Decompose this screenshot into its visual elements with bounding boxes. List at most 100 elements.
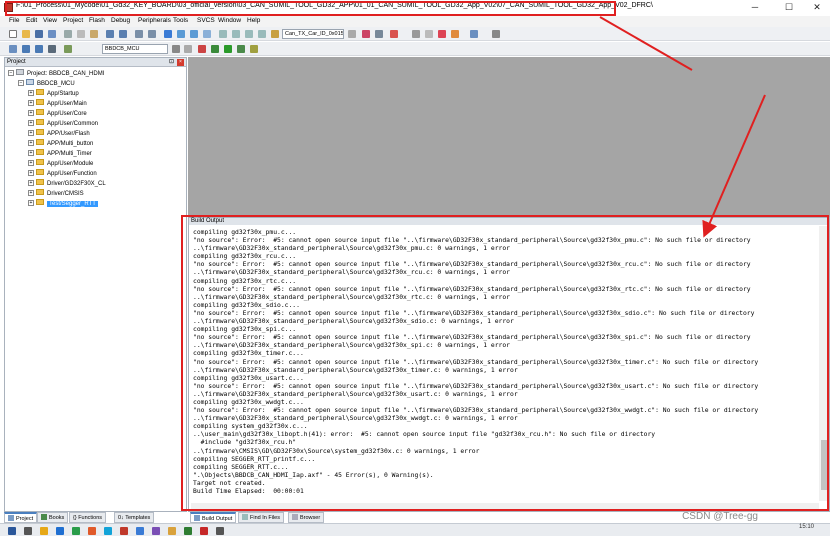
tab-functions[interactable]: {} Functions xyxy=(69,512,107,523)
redo-icon[interactable] xyxy=(119,30,127,38)
browser-icon[interactable] xyxy=(56,527,64,535)
tab-build-output[interactable]: Build Output xyxy=(190,512,237,523)
expand-icon[interactable]: + xyxy=(28,180,34,186)
cut-icon[interactable] xyxy=(64,30,72,38)
target-select[interactable]: BBDCB_MCU xyxy=(102,44,168,54)
unindent-icon[interactable] xyxy=(232,30,240,38)
rebuild-icon[interactable] xyxy=(35,45,43,53)
find-icon[interactable] xyxy=(362,30,370,38)
start-icon[interactable] xyxy=(8,527,16,535)
menu-project[interactable]: Project xyxy=(63,17,83,24)
select-packs-icon[interactable] xyxy=(211,45,219,53)
notes-icon[interactable] xyxy=(168,527,176,535)
expand-icon[interactable]: + xyxy=(28,150,34,156)
download-icon[interactable] xyxy=(64,45,72,53)
nav-forward-icon[interactable] xyxy=(148,30,156,38)
menu-svcs[interactable]: SVCS xyxy=(197,17,215,24)
minimize-button[interactable]: ─ xyxy=(744,0,766,15)
terminal-icon[interactable] xyxy=(152,527,160,535)
keil-icon[interactable] xyxy=(120,527,128,535)
save-icon[interactable] xyxy=(35,30,43,38)
expand-icon[interactable]: + xyxy=(28,140,34,146)
indent-icon[interactable] xyxy=(219,30,227,38)
tree-project-root[interactable]: − Project: BBDCB_CAN_HDMI xyxy=(8,69,104,79)
tab-books[interactable]: Books xyxy=(37,512,69,523)
tree-group-item[interactable]: + APP/Multi_Timer xyxy=(28,149,92,159)
menu-flash[interactable]: Flash xyxy=(89,17,105,24)
save-all-icon[interactable] xyxy=(48,30,56,38)
tree-group-item[interactable]: + App/User/Main xyxy=(28,99,87,109)
tree-group-item[interactable]: + App/User/Common xyxy=(28,119,98,129)
tree-group-item-selected[interactable]: + Test/Segger_RTT xyxy=(28,199,98,209)
nav-back-icon[interactable] xyxy=(135,30,143,38)
open-folder-icon[interactable] xyxy=(22,30,30,38)
expand-icon[interactable]: + xyxy=(28,90,34,96)
debug-start-icon[interactable] xyxy=(250,45,258,53)
expand-icon[interactable]: + xyxy=(28,200,34,206)
vscode-icon[interactable] xyxy=(136,527,144,535)
run-time-env-icon[interactable] xyxy=(237,45,245,53)
menu-window[interactable]: Window xyxy=(218,17,241,24)
tab-templates[interactable]: 0↓ Templates xyxy=(114,512,155,523)
expand-icon[interactable]: + xyxy=(28,110,34,116)
disable-breakpoint-icon[interactable] xyxy=(425,30,433,38)
menu-file[interactable]: File xyxy=(9,17,19,24)
qq-icon[interactable] xyxy=(104,527,112,535)
pin-icon[interactable]: ⊡ xyxy=(169,58,174,67)
new-file-icon[interactable] xyxy=(9,30,17,38)
find-in-files-icon[interactable] xyxy=(271,30,279,38)
tree-group-item[interactable]: + App/User/Module xyxy=(28,159,93,169)
close-panel-icon[interactable]: × xyxy=(177,59,184,66)
menu-debug[interactable]: Debug xyxy=(111,17,130,24)
kill-breakpoints-icon[interactable] xyxy=(438,30,446,38)
clear-bookmarks-icon[interactable] xyxy=(203,30,211,38)
uncomment-icon[interactable] xyxy=(258,30,266,38)
build-icon[interactable] xyxy=(22,45,30,53)
collapse-icon[interactable]: − xyxy=(18,80,24,86)
file-extensions-icon[interactable] xyxy=(184,45,192,53)
paste-icon[interactable] xyxy=(90,30,98,38)
tree-group-item[interactable]: + Driver/CMSIS xyxy=(28,189,84,199)
expand-icon[interactable]: + xyxy=(28,120,34,126)
comment-icon[interactable] xyxy=(245,30,253,38)
expand-icon[interactable]: + xyxy=(28,160,34,166)
find-combo[interactable]: Can_TX_Car_ID_0x015D_ xyxy=(282,29,344,39)
configure-icon[interactable] xyxy=(451,30,459,38)
debug-session-icon[interactable] xyxy=(390,30,398,38)
menu-peripherals[interactable]: Peripherals xyxy=(138,17,171,24)
app-icon[interactable] xyxy=(88,527,96,535)
manage-components-icon[interactable] xyxy=(198,45,206,53)
tool-icon[interactable] xyxy=(216,527,224,535)
target-options-icon[interactable] xyxy=(172,45,180,53)
tree-group-item[interactable]: + App/User/Core xyxy=(28,109,87,119)
tree-group-item[interactable]: + App/User/Function xyxy=(28,169,97,179)
copy-icon[interactable] xyxy=(77,30,85,38)
expand-icon[interactable]: + xyxy=(28,170,34,176)
undo-icon[interactable] xyxy=(106,30,114,38)
maximize-button[interactable]: ☐ xyxy=(778,0,800,15)
expand-icon[interactable]: + xyxy=(28,130,34,136)
expand-icon[interactable]: + xyxy=(28,100,34,106)
excel-icon[interactable] xyxy=(184,527,192,535)
window-layout-icon[interactable] xyxy=(470,30,478,38)
tree-group-item[interactable]: + APP/User/Flash xyxy=(28,129,90,139)
batch-build-icon[interactable] xyxy=(48,45,56,53)
menu-view[interactable]: View xyxy=(43,17,57,24)
translate-icon[interactable] xyxy=(9,45,17,53)
tree-group-item[interactable]: + Driver/GD32F30X_CL xyxy=(28,179,106,189)
prev-bookmark-icon[interactable] xyxy=(177,30,185,38)
breakpoint-icon[interactable] xyxy=(412,30,420,38)
pack-installer-icon[interactable] xyxy=(224,45,232,53)
next-bookmark-icon[interactable] xyxy=(190,30,198,38)
bookmark-icon[interactable] xyxy=(164,30,172,38)
expand-icon[interactable]: + xyxy=(28,190,34,196)
tree-target[interactable]: − BBDCB_MCU xyxy=(18,79,75,89)
combo-dropdown-icon[interactable] xyxy=(348,30,356,38)
menu-help[interactable]: Help xyxy=(247,17,260,24)
wrench-icon[interactable] xyxy=(492,30,500,38)
search-icon[interactable] xyxy=(24,527,32,535)
tab-project[interactable]: Project xyxy=(4,512,38,523)
explorer-icon[interactable] xyxy=(40,527,48,535)
tab-browser[interactable]: Browser xyxy=(288,512,325,523)
close-button[interactable]: ✕ xyxy=(806,0,828,15)
